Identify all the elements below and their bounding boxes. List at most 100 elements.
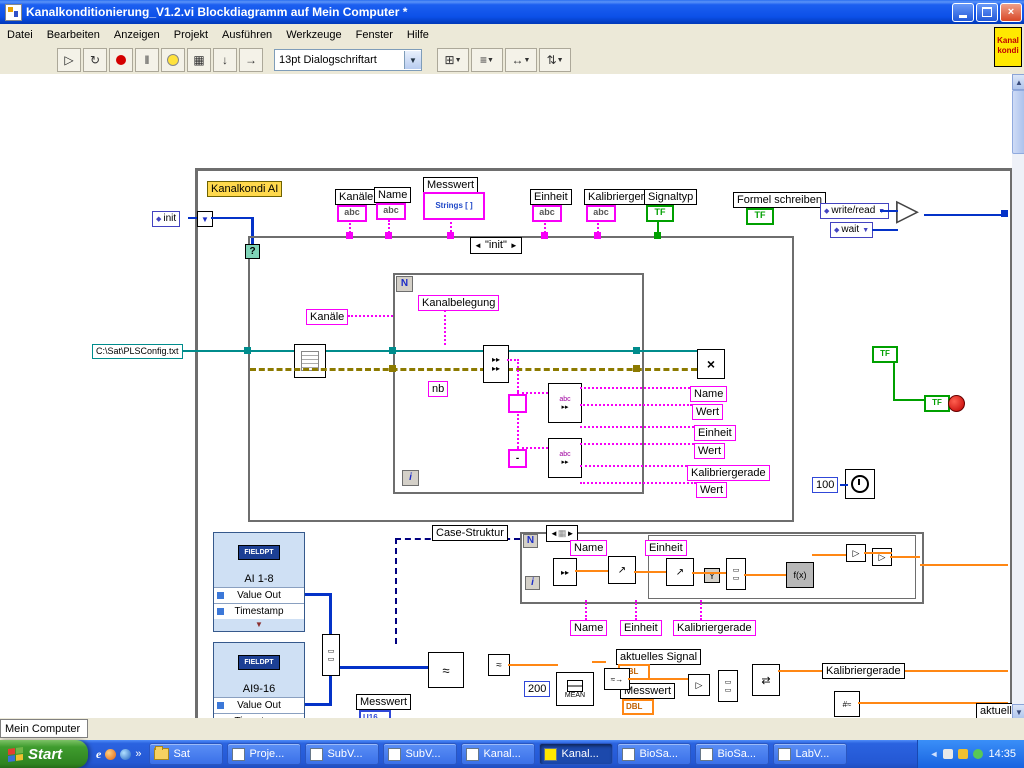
- fieldpoint-ai9-16[interactable]: FIELDPT AI9-16 Value Out Timestamp ▼: [213, 642, 305, 718]
- label-kanalbelegung[interactable]: Kanalbelegung: [418, 295, 500, 311]
- local-wert2[interactable]: Wert: [694, 443, 726, 459]
- accumulate-node[interactable]: ≈→: [604, 668, 630, 690]
- prev-case-icon[interactable]: ◄: [550, 529, 558, 538]
- control-label-kanaele[interactable]: Kanäle: [335, 189, 378, 205]
- label-kalibriergerade-right[interactable]: Kalibriergerade: [822, 663, 905, 679]
- stop-button[interactable]: [948, 395, 965, 412]
- fieldpoint-output-valueout[interactable]: Value Out: [214, 697, 304, 713]
- label-nb[interactable]: nb: [428, 381, 449, 397]
- string-constant-minus[interactable]: -: [508, 449, 527, 468]
- inner-local-kalibriergerade[interactable]: Kalibriergerade: [673, 620, 756, 636]
- menu-hilfe[interactable]: Hilfe: [400, 27, 436, 43]
- step-into-button[interactable]: ↓: [213, 48, 237, 72]
- for-loop-iterator[interactable]: i: [402, 470, 419, 486]
- index-array-node2[interactable]: ▸▸: [553, 558, 577, 586]
- case1-selector-label[interactable]: ◄ "init" ►: [470, 237, 522, 254]
- terminal-messwert-strings[interactable]: Strings [ ]: [423, 192, 485, 220]
- menu-datei[interactable]: Datei: [0, 27, 40, 43]
- start-button[interactable]: Start: [0, 740, 88, 768]
- taskbar-item-biosa-2[interactable]: BioSa...: [695, 743, 770, 765]
- waveform-small-node[interactable]: ≈: [488, 654, 510, 676]
- scroll-up-icon[interactable]: ▲: [1012, 74, 1024, 90]
- taskbar-item-projekt[interactable]: Proje...: [227, 743, 302, 765]
- window-titlebar[interactable]: Kanalkonditionierung_V1.2.vi Blockdiagra…: [0, 0, 1024, 24]
- taskbar-item-kanal-2-active[interactable]: Kanal...: [539, 743, 614, 765]
- menu-projekt[interactable]: Projekt: [167, 27, 215, 43]
- control-label-einheit[interactable]: Einheit: [530, 189, 572, 205]
- string-constant-empty[interactable]: [508, 394, 527, 413]
- next-case-icon[interactable]: ►: [510, 241, 518, 250]
- label-formel-schreiben[interactable]: Formel schreiben: [733, 192, 826, 208]
- case2-iterator[interactable]: i: [525, 576, 540, 590]
- case-selector-terminal[interactable]: ?: [245, 244, 260, 259]
- local-wert1[interactable]: Wert: [692, 404, 724, 420]
- system-tray[interactable]: ◄ 14:35: [916, 740, 1024, 768]
- maximize-button[interactable]: [976, 2, 998, 22]
- write-read-enum[interactable]: ◆write/read▼: [820, 203, 890, 219]
- tray-icon-2[interactable]: [958, 749, 969, 759]
- add-node[interactable]: ▷: [872, 548, 892, 566]
- free-label[interactable]: Kanalkondi AI: [207, 181, 283, 197]
- label-aktuelles-signal[interactable]: aktuelles Signal: [616, 649, 702, 665]
- terminal-dbl2[interactable]: DBL: [622, 699, 654, 715]
- taskbar-item-biosa-1[interactable]: BioSa...: [617, 743, 692, 765]
- vscroll-thumb[interactable]: [1012, 90, 1024, 154]
- menu-werkzeuge[interactable]: Werkzeuge: [279, 27, 348, 43]
- terminal-kanaele[interactable]: abc: [337, 205, 367, 222]
- fieldpoint-output-valueout[interactable]: Value Out: [214, 587, 304, 603]
- align-objects-ring[interactable]: ⊞ ▼: [437, 48, 469, 72]
- build-array-node[interactable]: ▭ ▭: [322, 634, 340, 676]
- path-constant[interactable]: C:\Sat\PLSConfig.txt: [92, 344, 183, 359]
- terminal-einheit[interactable]: abc: [532, 205, 562, 222]
- highlight-execution-button[interactable]: [161, 48, 185, 72]
- taskbar-clock[interactable]: 14:35: [988, 748, 1016, 760]
- menu-bearbeiten[interactable]: Bearbeiten: [40, 27, 107, 43]
- control-label-signaltyp[interactable]: Signaltyp: [644, 189, 698, 205]
- minimize-button[interactable]: [952, 2, 974, 22]
- waveform-node[interactable]: ≈: [428, 652, 464, 688]
- swap-values-node[interactable]: ⇄: [752, 664, 780, 696]
- case2-loop-count[interactable]: N: [523, 534, 538, 548]
- menu-anzeigen[interactable]: Anzeigen: [107, 27, 167, 43]
- inner-local-name-top[interactable]: Name: [570, 540, 608, 556]
- fieldpoint-ai1-8[interactable]: FIELDPT AI 1-8 Value Out Timestamp ▼: [213, 532, 305, 632]
- tray-icon-1[interactable]: [943, 749, 954, 759]
- menu-ausfuehren[interactable]: Ausführen: [215, 27, 279, 43]
- divide-node[interactable]: ▷: [688, 674, 710, 696]
- local-kalibriergerade[interactable]: Kalibriergerade: [687, 465, 770, 481]
- terminal-u16[interactable]: U16: [359, 710, 391, 718]
- build-array-node3[interactable]: ▭ ▭: [718, 670, 738, 702]
- label-messwert-control[interactable]: Messwert: [356, 694, 412, 710]
- abort-button[interactable]: [109, 48, 133, 72]
- retain-wire-values-button[interactable]: ▦: [187, 48, 211, 72]
- expand-chevron-icon[interactable]: ▼: [214, 619, 304, 632]
- taskbar-item-labview[interactable]: LabV...: [773, 743, 848, 765]
- select-function-node[interactable]: ▷: [896, 196, 919, 226]
- browser-quicklaunch-icon[interactable]: [105, 748, 117, 760]
- boolean-constant-tf2[interactable]: TF: [924, 395, 950, 412]
- reorder-ring[interactable]: ⇅ ▼: [539, 48, 571, 72]
- run-button[interactable]: ▷: [57, 48, 81, 72]
- close-file-node[interactable]: ×: [697, 349, 725, 379]
- distribute-objects-ring[interactable]: ≡ ▼: [471, 48, 503, 72]
- block-diagram[interactable]: Kanalkondi AI ◆ init ▼ Kanäle abc Name ab…: [0, 74, 1012, 718]
- vscroll-track[interactable]: [1012, 74, 1024, 718]
- quicklaunch-overflow-icon[interactable]: »: [135, 748, 141, 760]
- numeric-constant-200[interactable]: 200: [524, 681, 551, 697]
- init-enum-constant[interactable]: ◆ init: [152, 211, 181, 227]
- font-ring[interactable]: 13pt Dialogschriftart ▼: [274, 49, 422, 71]
- app-quicklaunch-icon[interactable]: [120, 748, 132, 760]
- y-register[interactable]: Y: [704, 568, 720, 583]
- ie-quicklaunch-icon[interactable]: e: [96, 747, 101, 762]
- read-spreadsheet-file-node[interactable]: [294, 344, 326, 378]
- close-button[interactable]: ×: [1000, 2, 1022, 22]
- control-label-messwert[interactable]: Messwert: [423, 177, 479, 193]
- wait-ms-node[interactable]: [845, 469, 875, 499]
- mean-node[interactable]: MEAN: [556, 672, 594, 706]
- build-array-node2[interactable]: ▭ ▭: [726, 558, 746, 590]
- step-over-button[interactable]: →: [239, 48, 263, 72]
- taskbar-item-subvi-1[interactable]: SubV...: [305, 743, 380, 765]
- fieldpoint-output-timestamp[interactable]: Timestamp: [214, 603, 304, 619]
- array-size-node[interactable]: #≈: [834, 691, 860, 717]
- loop-tunnel-enum[interactable]: ▼: [197, 211, 213, 227]
